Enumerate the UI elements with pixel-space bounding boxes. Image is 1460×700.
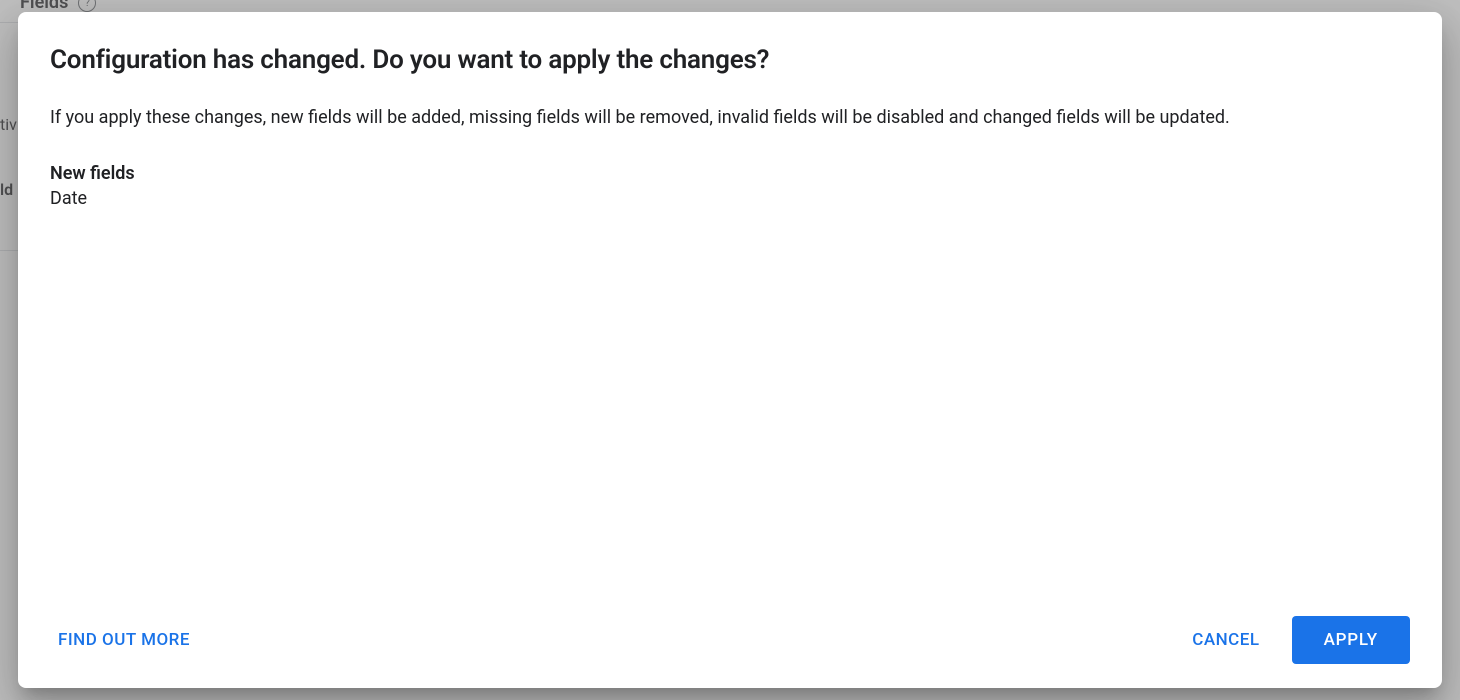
- apply-button[interactable]: APPLY: [1292, 616, 1410, 664]
- new-fields-label: New fields: [50, 163, 1410, 184]
- dialog-description: If you apply these changes, new fields w…: [50, 104, 1410, 131]
- field-item: Date: [50, 188, 1410, 209]
- new-fields-section: New fields Date: [50, 163, 1410, 209]
- dialog-title: Configuration has changed. Do you want t…: [50, 44, 1410, 78]
- cancel-button[interactable]: CANCEL: [1184, 620, 1267, 660]
- dialog-content: Configuration has changed. Do you want t…: [50, 44, 1410, 616]
- confirmation-dialog: Configuration has changed. Do you want t…: [18, 12, 1442, 688]
- find-out-more-button[interactable]: FIND OUT MORE: [50, 620, 198, 660]
- dialog-footer: FIND OUT MORE CANCEL APPLY: [50, 616, 1410, 664]
